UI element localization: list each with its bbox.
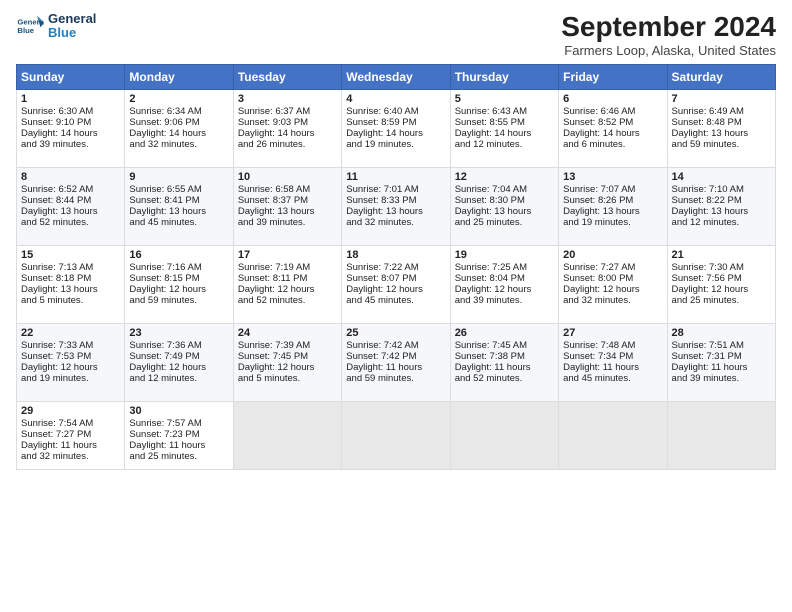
table-row: 21Sunrise: 7:30 AMSunset: 7:56 PMDayligh…: [667, 245, 775, 323]
table-row: 2Sunrise: 6:34 AMSunset: 9:06 PMDaylight…: [125, 89, 233, 167]
logo: General Blue General Blue: [16, 12, 96, 41]
table-row: 16Sunrise: 7:16 AMSunset: 8:15 PMDayligh…: [125, 245, 233, 323]
table-row: 28Sunrise: 7:51 AMSunset: 7:31 PMDayligh…: [667, 323, 775, 401]
col-tuesday: Tuesday: [233, 64, 341, 89]
table-row: [342, 401, 450, 469]
header: General Blue General Blue September 2024…: [16, 12, 776, 58]
logo-text-blue: Blue: [48, 26, 96, 40]
col-monday: Monday: [125, 64, 233, 89]
table-row: 25Sunrise: 7:42 AMSunset: 7:42 PMDayligh…: [342, 323, 450, 401]
table-row: 4Sunrise: 6:40 AMSunset: 8:59 PMDaylight…: [342, 89, 450, 167]
table-row: 15Sunrise: 7:13 AMSunset: 8:18 PMDayligh…: [17, 245, 125, 323]
table-row: 30Sunrise: 7:57 AMSunset: 7:23 PMDayligh…: [125, 401, 233, 469]
table-row: 14Sunrise: 7:10 AMSunset: 8:22 PMDayligh…: [667, 167, 775, 245]
table-row: 13Sunrise: 7:07 AMSunset: 8:26 PMDayligh…: [559, 167, 667, 245]
table-row: 6Sunrise: 6:46 AMSunset: 8:52 PMDaylight…: [559, 89, 667, 167]
col-saturday: Saturday: [667, 64, 775, 89]
table-row: 27Sunrise: 7:48 AMSunset: 7:34 PMDayligh…: [559, 323, 667, 401]
page: General Blue General Blue September 2024…: [0, 0, 792, 612]
table-row: 18Sunrise: 7:22 AMSunset: 8:07 PMDayligh…: [342, 245, 450, 323]
table-row: 11Sunrise: 7:01 AMSunset: 8:33 PMDayligh…: [342, 167, 450, 245]
main-title: September 2024: [561, 12, 776, 43]
table-row: 26Sunrise: 7:45 AMSunset: 7:38 PMDayligh…: [450, 323, 558, 401]
table-row: [450, 401, 558, 469]
col-sunday: Sunday: [17, 64, 125, 89]
table-row: 10Sunrise: 6:58 AMSunset: 8:37 PMDayligh…: [233, 167, 341, 245]
logo-icon: General Blue: [16, 12, 44, 40]
table-row: 3Sunrise: 6:37 AMSunset: 9:03 PMDaylight…: [233, 89, 341, 167]
table-row: 9Sunrise: 6:55 AMSunset: 8:41 PMDaylight…: [125, 167, 233, 245]
table-row: [559, 401, 667, 469]
subtitle: Farmers Loop, Alaska, United States: [561, 43, 776, 58]
table-row: [233, 401, 341, 469]
col-friday: Friday: [559, 64, 667, 89]
table-row: 8Sunrise: 6:52 AMSunset: 8:44 PMDaylight…: [17, 167, 125, 245]
table-row: 12Sunrise: 7:04 AMSunset: 8:30 PMDayligh…: [450, 167, 558, 245]
logo-text-general: General: [48, 12, 96, 26]
title-block: September 2024 Farmers Loop, Alaska, Uni…: [561, 12, 776, 58]
table-row: 17Sunrise: 7:19 AMSunset: 8:11 PMDayligh…: [233, 245, 341, 323]
table-row: 19Sunrise: 7:25 AMSunset: 8:04 PMDayligh…: [450, 245, 558, 323]
table-row: 20Sunrise: 7:27 AMSunset: 8:00 PMDayligh…: [559, 245, 667, 323]
calendar-table: Sunday Monday Tuesday Wednesday Thursday…: [16, 64, 776, 470]
col-thursday: Thursday: [450, 64, 558, 89]
col-wednesday: Wednesday: [342, 64, 450, 89]
table-row: 29Sunrise: 7:54 AMSunset: 7:27 PMDayligh…: [17, 401, 125, 469]
table-row: 7Sunrise: 6:49 AMSunset: 8:48 PMDaylight…: [667, 89, 775, 167]
table-row: 24Sunrise: 7:39 AMSunset: 7:45 PMDayligh…: [233, 323, 341, 401]
table-row: 5Sunrise: 6:43 AMSunset: 8:55 PMDaylight…: [450, 89, 558, 167]
calendar-header-row: Sunday Monday Tuesday Wednesday Thursday…: [17, 64, 776, 89]
table-row: 1Sunrise: 6:30 AMSunset: 9:10 PMDaylight…: [17, 89, 125, 167]
table-row: 23Sunrise: 7:36 AMSunset: 7:49 PMDayligh…: [125, 323, 233, 401]
table-row: 22Sunrise: 7:33 AMSunset: 7:53 PMDayligh…: [17, 323, 125, 401]
table-row: [667, 401, 775, 469]
svg-text:Blue: Blue: [17, 26, 34, 35]
